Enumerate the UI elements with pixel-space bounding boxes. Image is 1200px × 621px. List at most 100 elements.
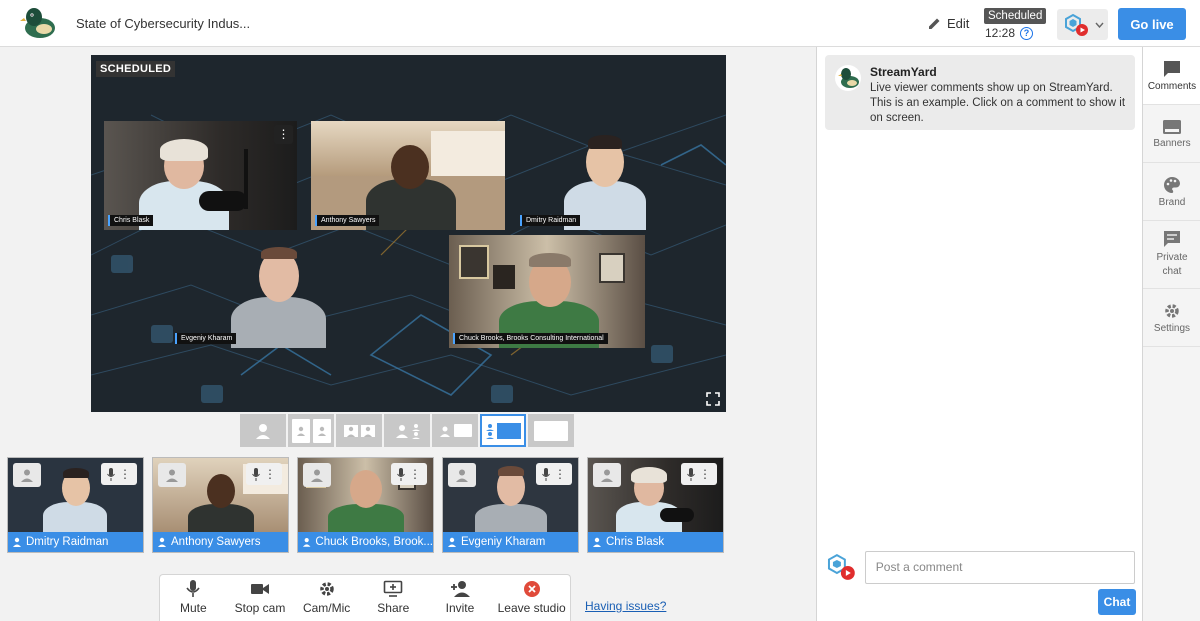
tab-comments[interactable]: Comments (1143, 47, 1200, 105)
person-icon (21, 469, 33, 482)
participants-strip: ⋮ Dmitry Raidman ⋮ Anthony Sawyers ⋮ Chu… (7, 457, 724, 553)
destination-selector[interactable] (1057, 9, 1108, 40)
chat-send-button[interactable]: Chat (1098, 589, 1136, 615)
more-options-icon[interactable]: ⋮ (264, 467, 276, 481)
participant-name: Dmitry Raidman (26, 536, 109, 548)
tab-settings[interactable]: Settings (1143, 289, 1200, 347)
person-icon (256, 423, 270, 439)
tab-brand[interactable]: Brand (1143, 163, 1200, 221)
participant-tile[interactable]: ⋮ Anthony Sawyers (152, 457, 289, 553)
banner-icon (1163, 119, 1181, 134)
participant-avatar-button[interactable] (13, 463, 41, 487)
chat-message[interactable]: StreamYard Live viewer comments show up … (825, 55, 1135, 130)
having-issues-link[interactable]: Having issues? (585, 599, 666, 613)
broadcast-stage: SCHEDULED ⋮ Chris Blask Anthony Sawyers … (91, 55, 726, 412)
timer: 12:28 ? (985, 26, 1034, 40)
tab-banners[interactable]: Banners (1143, 105, 1200, 163)
participant-controls[interactable]: ⋮ (101, 463, 137, 485)
edit-button[interactable]: Edit (928, 16, 969, 31)
person-icon (343, 424, 358, 437)
stage-tile[interactable]: Dmitry Raidman (516, 121, 676, 230)
more-options-icon[interactable]: ⋮ (554, 467, 566, 481)
layout-solo-button[interactable] (240, 414, 286, 447)
layout-thin-button[interactable] (384, 414, 430, 447)
camera-icon (250, 584, 269, 594)
participant-name-bar: Chris Blask (588, 532, 723, 552)
mute-button[interactable]: Mute (164, 580, 222, 621)
participant-controls[interactable]: ⋮ (536, 463, 572, 485)
help-icon[interactable]: ? (1020, 26, 1034, 40)
microphone-icon (252, 467, 260, 481)
participant-name-bar: Chuck Brooks, Brook... (298, 532, 433, 552)
person-icon (456, 469, 468, 482)
name-tag: Dmitry Raidman (520, 215, 581, 226)
tab-settings-label: Settings (1153, 322, 1191, 334)
leave-studio-button[interactable]: Leave studio (498, 580, 566, 621)
invite-button[interactable]: Invite (431, 580, 489, 621)
more-options-icon[interactable]: ⋮ (409, 467, 421, 481)
stage-tile[interactable]: Chuck Brooks, Brooks Consulting Internat… (449, 235, 645, 348)
layout-fullscreen-button[interactable] (528, 414, 574, 447)
edit-label: Edit (947, 16, 970, 31)
person-icon (311, 469, 323, 482)
chat-message-author: StreamYard (870, 65, 937, 79)
stop-cam-button[interactable]: Stop cam (231, 580, 289, 621)
more-options-icon[interactable]: ⋮ (119, 467, 131, 481)
participant-tile[interactable]: ⋮ Dmitry Raidman (7, 457, 144, 553)
mute-label: Mute (179, 601, 207, 615)
layout-cropped-button[interactable] (288, 414, 334, 447)
stage-tile[interactable]: Anthony Sawyers (311, 121, 505, 230)
share-screen-button[interactable]: Share (364, 580, 422, 621)
screen-share-icon (383, 580, 403, 597)
participant-controls[interactable]: ⋮ (681, 463, 717, 485)
microphone-icon (542, 467, 550, 481)
person-icon (395, 424, 408, 438)
person-icon (317, 426, 326, 436)
timer-value: 12:28 (985, 26, 1016, 40)
fullscreen-icon[interactable] (706, 392, 720, 406)
tile-menu-button[interactable]: ⋮ (274, 125, 293, 144)
microphone-icon (186, 580, 200, 597)
broadcast-title[interactable]: State of Cybersecurity Indus... (76, 16, 250, 31)
share-label: Share (377, 601, 410, 615)
leave-label: Leave studio (497, 601, 566, 615)
layout-leader-button[interactable] (432, 414, 478, 447)
cam-mic-settings-button[interactable]: Cam/Mic (298, 580, 356, 621)
comment-input[interactable] (864, 550, 1135, 584)
streamyard-duck-icon[interactable] (19, 6, 57, 40)
add-person-icon (450, 581, 470, 597)
stage-tile[interactable]: ⋮ Chris Blask (104, 121, 297, 230)
chat-bubble-icon (1164, 231, 1180, 247)
participant-controls[interactable]: ⋮ (391, 463, 427, 485)
go-live-button[interactable]: Go live (1118, 8, 1186, 40)
participant-controls[interactable]: ⋮ (246, 463, 282, 485)
status-badge: Scheduled (984, 8, 1047, 24)
cam-mic-label: Cam/Mic (302, 601, 351, 615)
close-circle-icon (523, 581, 540, 597)
participant-avatar-button[interactable] (593, 463, 621, 487)
participant-tile[interactable]: ⋮ Evgeniy Kharam (442, 457, 579, 553)
tab-comments-label: Comments (1147, 80, 1197, 92)
participant-avatar-button[interactable] (448, 463, 476, 487)
person-icon (296, 426, 305, 436)
person-icon (302, 538, 311, 547)
layout-group-button[interactable] (336, 414, 382, 447)
person-icon (13, 537, 21, 547)
more-options-icon[interactable]: ⋮ (699, 467, 711, 481)
participant-name: Evgeniy Kharam (461, 536, 546, 548)
palette-icon (1164, 176, 1180, 193)
layout-sidebar-button[interactable] (480, 414, 526, 447)
stage-tile[interactable]: Evgeniy Kharam (171, 235, 367, 348)
participant-avatar-button[interactable] (158, 463, 186, 487)
stop-cam-label: Stop cam (234, 601, 286, 615)
person-icon (601, 469, 613, 482)
participant-tile[interactable]: ⋮ Chuck Brooks, Brook... (297, 457, 434, 553)
studio-toolbar: Mute Stop cam Cam/Mic Share Invite Leave… (159, 574, 571, 621)
participant-tile[interactable]: ⋮ Chris Blask (587, 457, 724, 553)
destination-avatar-icon[interactable] (825, 552, 857, 582)
microphone-icon (397, 467, 405, 481)
tab-private-chat[interactable]: Private chat (1143, 221, 1200, 289)
participant-avatar-button[interactable] (303, 463, 331, 487)
chat-composer (825, 549, 1135, 585)
side-tabs: Comments Banners Brand Private chat Sett… (1142, 47, 1200, 621)
